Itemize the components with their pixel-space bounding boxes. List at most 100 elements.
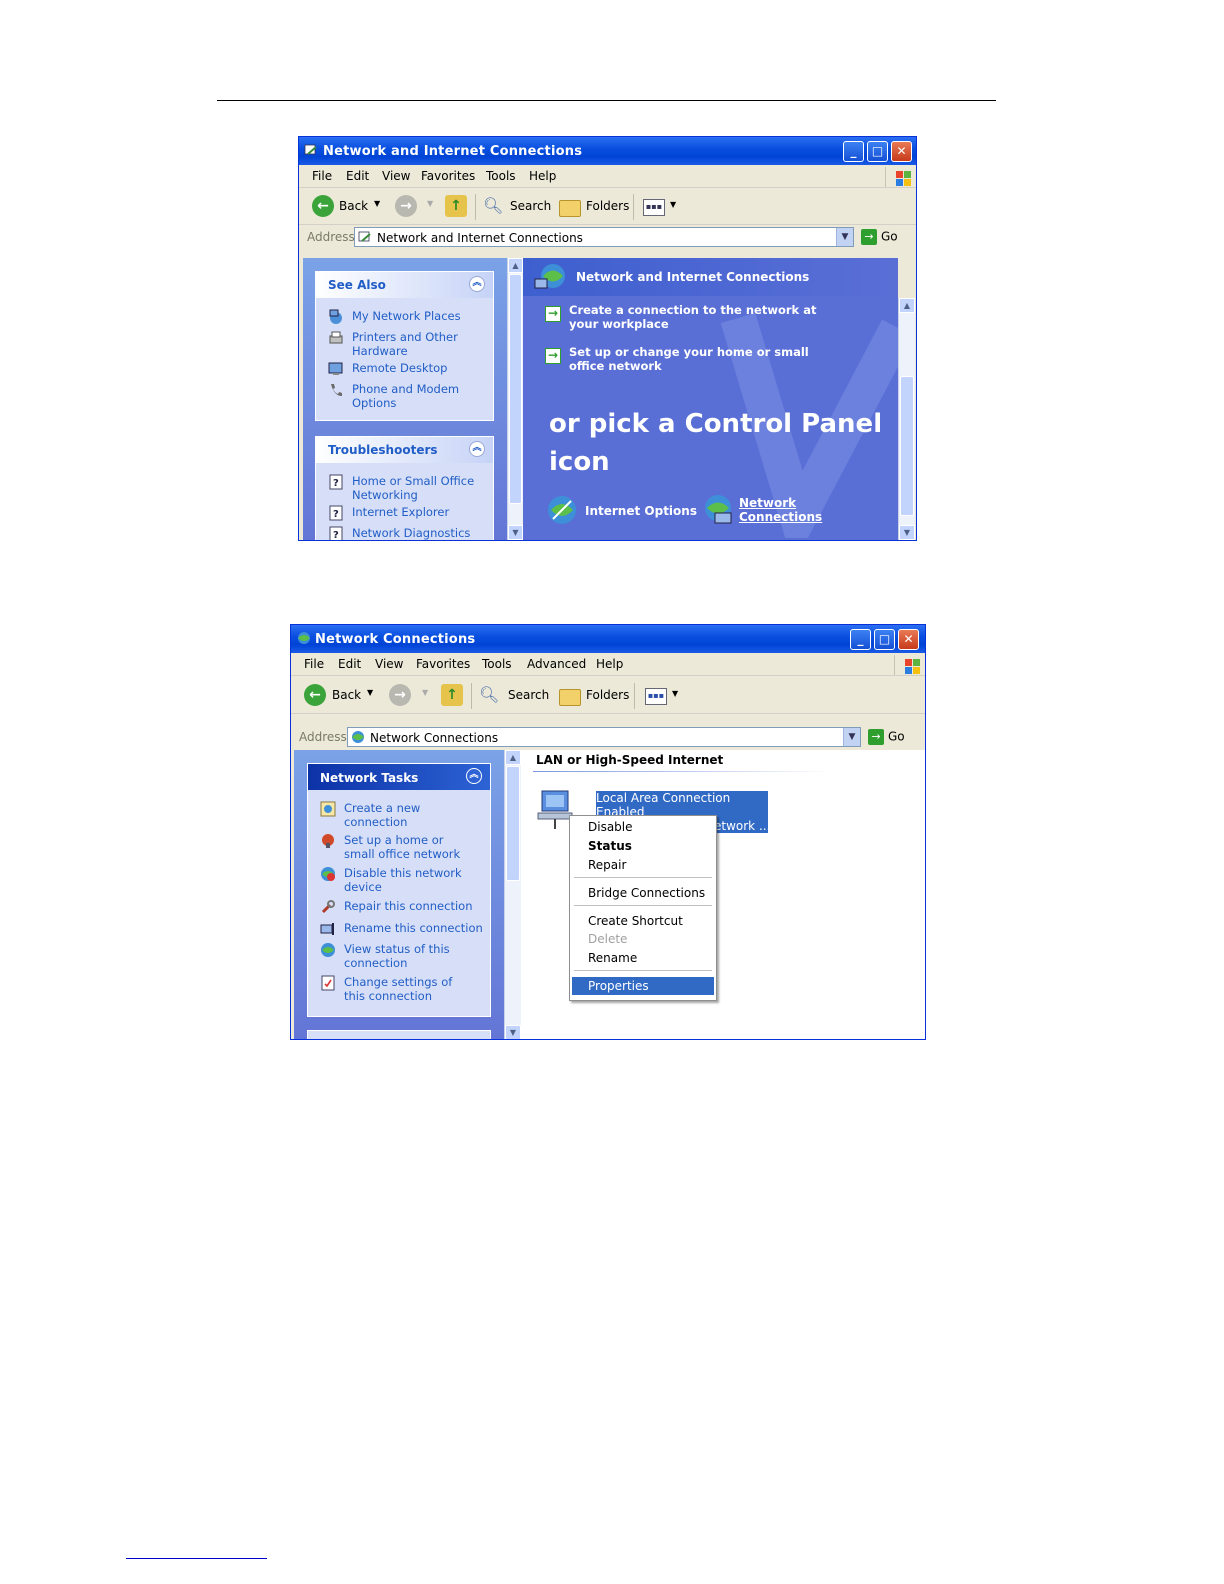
back-arrow-icon[interactable]: ← — [304, 684, 326, 706]
search-button[interactable]: Search — [508, 688, 549, 702]
internet-options-globe-icon — [548, 496, 576, 524]
menu-item-repair[interactable]: Repair — [572, 856, 714, 874]
menu-view[interactable]: View — [382, 169, 410, 183]
menu-edit[interactable]: Edit — [338, 657, 361, 671]
up-folder-icon[interactable]: ↑ — [445, 195, 467, 217]
help-icon: ? — [329, 505, 343, 521]
go-button[interactable]: → Go — [868, 729, 905, 745]
back-dropdown-icon[interactable]: ▼ — [367, 688, 373, 697]
back-button[interactable]: Back — [339, 199, 368, 213]
window-network-connections: Network Connections _ □ ✕ File Edit View… — [290, 624, 926, 1040]
menu-file[interactable]: File — [304, 657, 324, 671]
up-folder-icon[interactable]: ↑ — [441, 684, 463, 706]
menu-tools[interactable]: Tools — [482, 657, 512, 671]
menu-item-bridge-connections[interactable]: Bridge Connections — [572, 884, 714, 902]
address-label: Address — [307, 230, 355, 244]
title-bar[interactable]: Network Connections _ □ ✕ — [291, 625, 925, 653]
scroll-up-arrow-icon[interactable]: ▲ — [508, 258, 523, 273]
network-connections-icon — [705, 495, 732, 524]
menu-item-properties[interactable]: Properties — [572, 977, 714, 995]
folders-button[interactable]: Folders — [586, 688, 629, 702]
troubleshooters-panel: Troubleshooters ︽ ? Home or Small Office… — [315, 436, 494, 541]
minimize-button[interactable]: _ — [843, 141, 864, 162]
menu-item-create-shortcut[interactable]: Create Shortcut — [572, 912, 714, 930]
menu-help[interactable]: Help — [529, 169, 556, 183]
main-scrollbar[interactable]: ▲ ▼ — [898, 298, 915, 540]
connection-device: etwork ... — [714, 819, 771, 833]
forward-dropdown-icon[interactable]: ▼ — [427, 199, 433, 208]
scroll-up-arrow-icon[interactable]: ▲ — [899, 298, 915, 313]
collapse-chevron-icon[interactable]: ︽ — [469, 276, 485, 292]
address-input[interactable]: Network and Internet Connections ▼ — [354, 227, 854, 247]
icon-internet-options[interactable]: Internet Options — [545, 493, 697, 527]
address-input[interactable]: Network Connections ▼ — [347, 727, 861, 747]
close-button[interactable]: ✕ — [891, 141, 912, 162]
folders-icon[interactable] — [559, 200, 581, 217]
views-dropdown-icon[interactable]: ▼ — [672, 689, 678, 698]
menu-help[interactable]: Help — [596, 657, 623, 671]
menu-advanced[interactable]: Advanced — [527, 657, 586, 671]
menu-tools[interactable]: Tools — [486, 169, 516, 183]
svg-text:?: ? — [333, 530, 339, 541]
menu-favorites[interactable]: Favorites — [421, 169, 475, 183]
remote-desktop-icon — [328, 362, 343, 375]
search-button[interactable]: Search — [510, 199, 551, 213]
scroll-down-arrow-icon[interactable]: ▼ — [505, 1025, 521, 1039]
collapse-chevron-icon[interactable]: ︽ — [469, 441, 485, 457]
green-arrow-icon: → — [545, 306, 561, 322]
menu-file[interactable]: File — [312, 169, 332, 183]
window-title: Network Connections — [315, 632, 476, 647]
collapse-chevron-icon[interactable]: ︽ — [466, 768, 482, 784]
minimize-button[interactable]: _ — [850, 629, 871, 650]
task-pane-scrollbar[interactable]: ▲ ▼ — [507, 258, 523, 540]
search-icon[interactable]: 🔍︎ — [483, 196, 503, 215]
scroll-down-arrow-icon[interactable]: ▼ — [899, 525, 915, 540]
views-icon[interactable]: ▪▪▪ — [645, 688, 667, 705]
forward-arrow-icon[interactable]: → — [389, 684, 411, 706]
folders-button[interactable]: Folders — [586, 199, 629, 213]
back-arrow-icon[interactable]: ← — [312, 195, 334, 217]
address-dropdown-icon[interactable]: ▼ — [836, 228, 853, 246]
icon-network-connections[interactable]: Network Connections — [701, 493, 822, 533]
windows-logo-icon — [894, 655, 925, 675]
maximize-button[interactable]: □ — [874, 629, 895, 650]
see-also-panel: See Also ︽ My Network Places Printers an… — [315, 271, 494, 421]
forward-dropdown-icon[interactable]: ▼ — [422, 688, 428, 697]
green-arrow-icon: → — [545, 348, 561, 364]
forward-arrow-icon[interactable]: → — [395, 195, 417, 217]
menu-item-disable[interactable]: Disable — [572, 818, 714, 836]
menu-item-rename[interactable]: Rename — [572, 949, 714, 967]
scroll-thumb[interactable] — [506, 766, 520, 881]
scroll-down-arrow-icon[interactable]: ▼ — [508, 525, 523, 540]
address-label: Address — [299, 730, 347, 744]
scroll-thumb[interactable] — [509, 274, 522, 504]
rename-icon — [320, 923, 334, 935]
title-bar[interactable]: Network and Internet Connections _ □ ✕ — [299, 137, 916, 165]
other-places-panel — [307, 1030, 491, 1039]
close-button[interactable]: ✕ — [898, 629, 919, 650]
menu-view[interactable]: View — [375, 657, 403, 671]
menu-item-status[interactable]: Status — [572, 837, 714, 855]
search-icon[interactable]: 🔍︎ — [479, 685, 499, 704]
menu-favorites[interactable]: Favorites — [416, 657, 470, 671]
menu-edit[interactable]: Edit — [346, 169, 369, 183]
maximize-button[interactable]: □ — [867, 141, 888, 162]
toolbar: ← Back ▼ → ▼ ↑ 🔍︎ Search Folders ▪▪▪ ▼ — [299, 188, 916, 225]
back-button[interactable]: Back — [332, 688, 361, 702]
new-connection-icon — [320, 801, 336, 817]
windows-logo-icon — [885, 167, 916, 187]
views-icon[interactable]: ▪▪▪ — [643, 199, 665, 216]
address-dropdown-icon[interactable]: ▼ — [843, 728, 860, 746]
main-header-title: Network and Internet Connections — [576, 270, 810, 284]
network-places-icon — [329, 309, 342, 324]
views-dropdown-icon[interactable]: ▼ — [670, 200, 676, 209]
task-pane-scrollbar[interactable]: ▲ ▼ — [504, 750, 521, 1039]
folders-icon[interactable] — [559, 689, 581, 706]
network-small-icon — [352, 731, 364, 743]
back-dropdown-icon[interactable]: ▼ — [374, 199, 380, 208]
go-button[interactable]: → Go — [861, 229, 898, 245]
network-tasks-title: Network Tasks — [320, 771, 419, 785]
scroll-up-arrow-icon[interactable]: ▲ — [505, 750, 521, 765]
address-bar: Address Network Connections ▼ → Go — [291, 725, 925, 749]
scroll-thumb[interactable] — [900, 376, 914, 516]
